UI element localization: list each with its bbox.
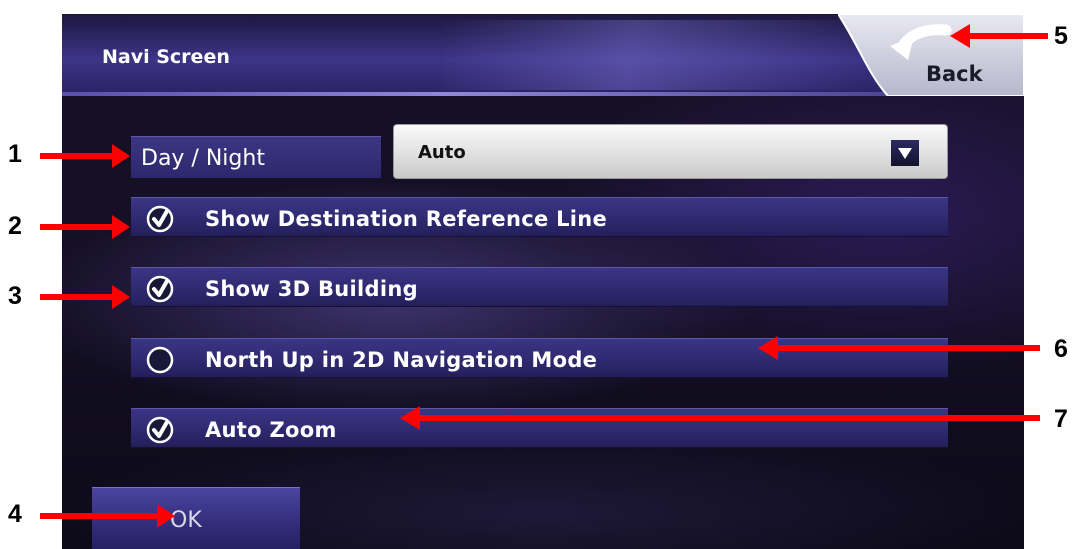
callout-arrow-7 [418,415,1040,421]
callout-arrowhead-5 [950,24,970,48]
callout-arrowhead-1 [112,144,130,168]
callout-arrow-2 [40,224,115,230]
callout-arrowhead-6 [758,336,778,360]
annotation-arrows [40,24,1048,528]
callout-arrow-3 [40,294,115,300]
callout-number-4: 4 [8,500,22,528]
callout-arrowhead-3 [112,285,130,309]
callout-arrow-1 [40,153,115,159]
callout-arrowhead-4 [157,504,175,528]
callout-number-3: 3 [8,282,22,310]
callout-arrowhead-7 [400,406,420,430]
callout-arrow-6 [776,345,1040,351]
callout-number-7: 7 [1054,405,1068,433]
callout-arrowhead-2 [112,215,130,239]
callout-number-6: 6 [1054,335,1068,363]
callout-number-1: 1 [8,140,22,168]
callout-number-2: 2 [8,212,22,240]
callout-arrow-5 [968,33,1048,39]
callout-number-5: 5 [1054,22,1068,50]
callout-arrow-4 [40,513,160,519]
